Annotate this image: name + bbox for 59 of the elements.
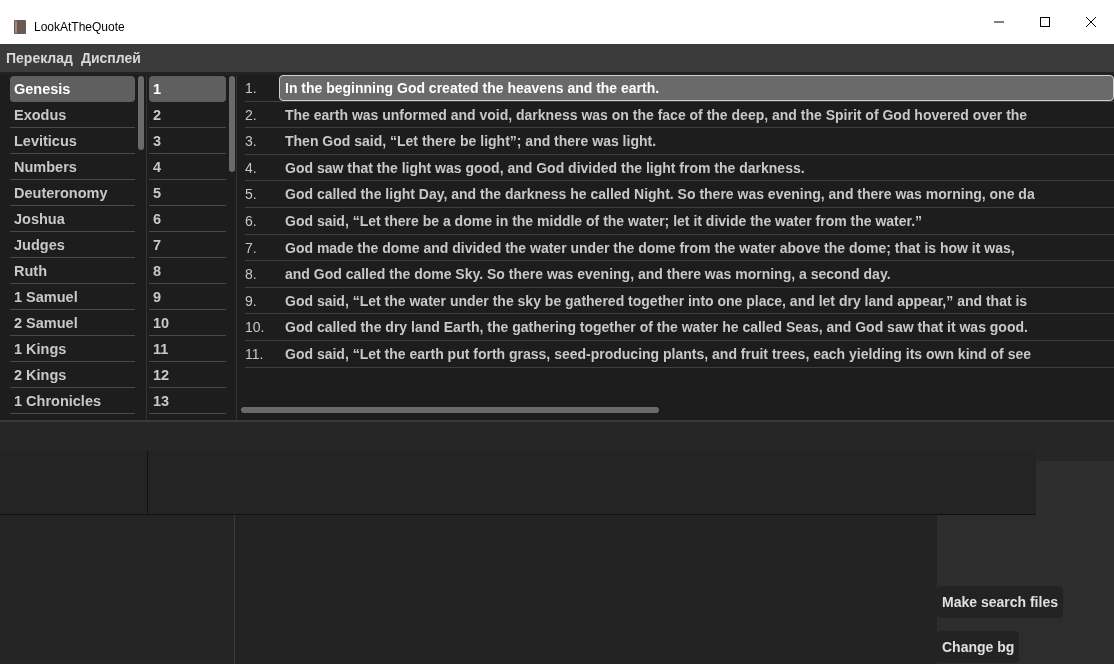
list-item[interactable]: 3 <box>149 128 226 154</box>
list-item[interactable]: 1 <box>149 76 226 102</box>
verse-number: 10. <box>245 318 266 338</box>
verse-text[interactable]: God said, “Let there be a dome in the middle of the water; let it divide the water from the water.” <box>279 207 1114 234</box>
list-item[interactable]: Joshua <box>10 206 135 232</box>
list-item[interactable]: Leviticus <box>10 128 135 154</box>
list-item[interactable]: 9 <box>149 284 226 310</box>
list-item[interactable]: Numbers <box>10 154 135 180</box>
verse-text[interactable]: The earth was unformed and void, darkness was on the face of the deep, and the Spirit of God hovered over the <box>279 101 1114 128</box>
list-item[interactable]: 12 <box>149 362 226 388</box>
list-item[interactable]: 1 Kings <box>10 336 135 362</box>
list-item[interactable]: 2 Samuel <box>10 310 135 336</box>
verse-text[interactable]: and God called the dome Sky. So there was evening, and there was morning, a second day. <box>279 261 1114 287</box>
maximize-icon <box>1040 17 1050 27</box>
list-item[interactable]: Deuteronomy <box>10 180 135 206</box>
verse-text[interactable]: In the beginning God created the heavens and the earth. <box>279 75 1114 101</box>
menu-item[interactable]: Переклад <box>6 47 73 69</box>
verse-text[interactable]: God made the dome and divided the water under the dome from the water above the dome; that is how it was, <box>279 234 1114 261</box>
verse-number: 3. <box>245 132 258 152</box>
verse-number: 2. <box>245 105 258 125</box>
verse-number: 6. <box>245 211 258 231</box>
list-item[interactable]: 10 <box>149 310 226 336</box>
action-button[interactable]: Make search files <box>937 586 1063 618</box>
list-item[interactable]: Exodus <box>10 102 135 128</box>
list-item[interactable]: 13 <box>149 388 226 414</box>
list-item[interactable]: 1 Chronicles <box>10 388 135 414</box>
list-item[interactable]: 6 <box>149 206 226 232</box>
close-icon <box>1086 17 1096 27</box>
action-button[interactable]: Change bg <box>937 631 1020 663</box>
list-item[interactable]: Genesis <box>10 76 135 102</box>
verse-number: 7. <box>245 238 258 258</box>
list-item[interactable]: Ruth <box>10 258 135 284</box>
verse-number: 1. <box>245 79 258 98</box>
verse-number: 11. <box>245 344 265 364</box>
scrollbar-thumb[interactable] <box>241 407 659 413</box>
scrollbar-thumb[interactable] <box>138 76 144 150</box>
verse-number: 5. <box>245 185 258 205</box>
list-item[interactable]: 5 <box>149 180 226 206</box>
list-item[interactable]: 7 <box>149 232 226 258</box>
window-title: LookAtTheQuote <box>34 19 125 36</box>
verse-text[interactable]: God called the dry land Earth, the gathering together of the water he called Seas, and God saw that it was good. <box>279 314 1114 340</box>
list-item[interactable]: 11 <box>149 336 226 362</box>
verse-number: 9. <box>245 291 258 311</box>
menu-item[interactable]: Дисплей <box>80 47 141 69</box>
verse-text[interactable]: God called the light Day, and the darkness he called Night. So there was evening, and there was morning, one da <box>279 181 1114 207</box>
verse-text[interactable]: Then God said, “Let there be light”; and there was light. <box>279 128 1114 154</box>
list-item[interactable]: 1 Samuel <box>10 284 135 310</box>
list-item[interactable]: 4 <box>149 154 226 180</box>
list-item[interactable]: Judges <box>10 232 135 258</box>
verse-text[interactable]: God saw that the light was good, and God divided the light from the darkness. <box>279 154 1114 181</box>
verse-text[interactable]: God said, “Let the earth put forth grass, seed-producing plants, and fruit trees, each yielding its own kind of see <box>279 340 1114 367</box>
verse-number: 4. <box>245 158 258 178</box>
scrollbar-thumb[interactable] <box>229 76 235 172</box>
verse-text[interactable]: God said, “Let the water under the sky be gathered together into one place, and let dry land appear,” and that is <box>279 287 1114 314</box>
book-icon <box>14 20 26 34</box>
list-item[interactable]: 2 <box>149 102 226 128</box>
list-item[interactable]: 8 <box>149 258 226 284</box>
list-item[interactable]: 2 Kings <box>10 362 135 388</box>
verse-number: 8. <box>245 265 258 285</box>
